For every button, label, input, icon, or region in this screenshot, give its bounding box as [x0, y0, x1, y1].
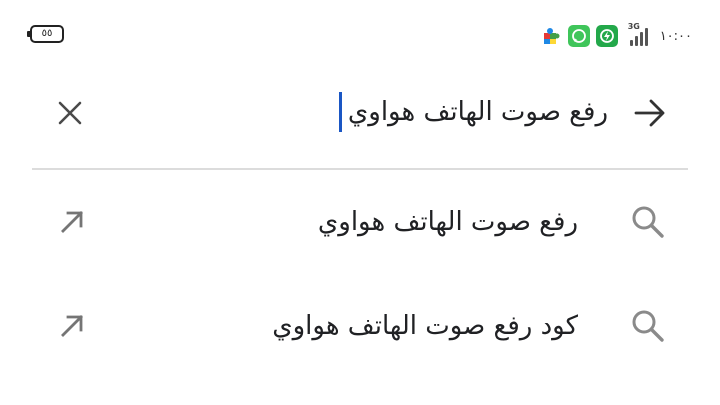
fill-query-button[interactable]	[52, 202, 92, 242]
search-query-text[interactable]: رفع صوت الهاتف هواوي	[348, 97, 608, 127]
search-icon	[632, 206, 664, 238]
search-icon	[632, 310, 664, 342]
battery-indicator: ٥٥	[27, 25, 64, 43]
puzzle-icon	[539, 25, 562, 47]
suggestion-item[interactable]: كود رفع صوت الهاتف هواوي	[32, 274, 688, 378]
network-type: 3G	[627, 22, 640, 31]
clock: ١٠:٠٠	[659, 28, 692, 44]
signal-strength-icon: 3G	[628, 22, 648, 46]
arrow-up-left-icon	[61, 315, 83, 337]
suggestion-search-icon	[626, 304, 670, 348]
status-bar: ٥٥ 3G ١٠:٠٠	[0, 0, 720, 70]
battery-level: ٥٥	[41, 28, 53, 39]
submit-search-button[interactable]	[630, 93, 670, 133]
suggestion-search-icon	[626, 200, 670, 244]
status-icons: 3G ١٠:٠٠	[539, 22, 692, 48]
arrow-right-icon	[634, 99, 665, 127]
suggestion-list: رفع صوت الهاتف هواوي كود رفع صوت الهاتف …	[32, 170, 688, 378]
fill-query-button[interactable]	[52, 306, 92, 346]
close-icon	[58, 101, 82, 125]
suggestion-item[interactable]: رفع صوت الهاتف هواوي	[32, 170, 688, 274]
suggestion-text: كود رفع صوت الهاتف هواوي	[272, 311, 578, 341]
text-caret	[338, 92, 342, 132]
clear-search-button[interactable]	[50, 93, 90, 133]
search-bar: رفع صوت الهاتف هواوي	[32, 78, 688, 148]
arrow-up-left-icon	[61, 211, 83, 233]
power-saver-icon	[595, 25, 618, 47]
search-input[interactable]: رفع صوت الهاتف هواوي	[208, 88, 608, 136]
suggestion-text: رفع صوت الهاتف هواوي	[317, 207, 578, 237]
whatsapp-icon	[567, 25, 590, 47]
